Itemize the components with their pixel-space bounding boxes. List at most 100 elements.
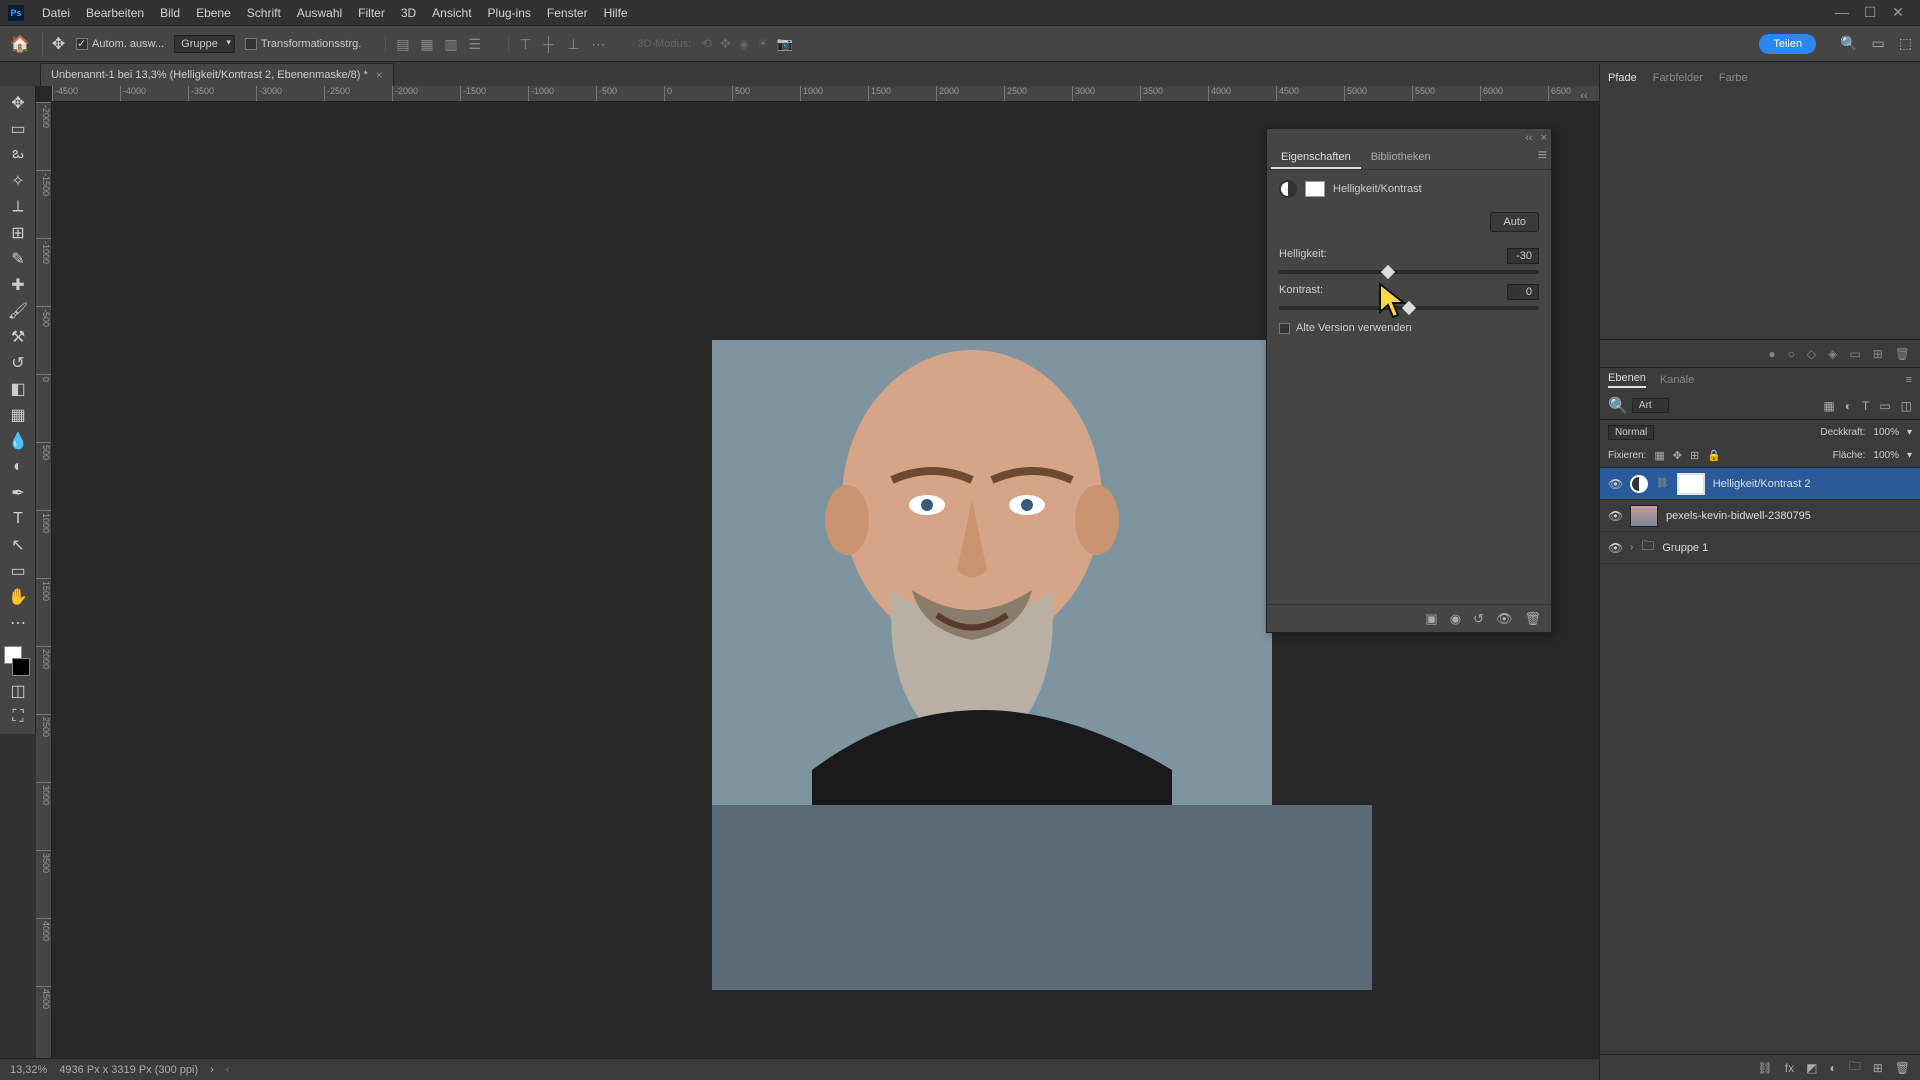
new-layer-icon[interactable]: ⊞: [1873, 1061, 1883, 1075]
layer-row[interactable]: 👁 › 🗀 Gruppe 1: [1600, 532, 1920, 564]
quickmask-tool[interactable]: ◫: [0, 678, 36, 704]
visibility-icon[interactable]: 👁: [1608, 477, 1622, 491]
tab-pfade[interactable]: Pfade: [1608, 72, 1637, 84]
align-center-icon[interactable]: ▦: [420, 36, 436, 52]
delete-icon[interactable]: 🗑: [1524, 611, 1541, 627]
toggle-visibility-icon[interactable]: 👁: [1496, 611, 1513, 627]
align-left-icon[interactable]: ▤: [396, 36, 412, 52]
layer-search[interactable]: 🔍 Art: [1608, 396, 1669, 416]
lock-artboard-icon[interactable]: ⊞: [1690, 449, 1699, 462]
more-icon[interactable]: ⋯: [591, 36, 607, 52]
filter-adj-icon[interactable]: ◐: [1845, 399, 1852, 413]
fill-value[interactable]: 100%: [1873, 450, 1899, 461]
zoom-level[interactable]: 13,32%: [10, 1064, 47, 1076]
visibility-icon[interactable]: 👁: [1608, 509, 1622, 523]
mask-thumb-icon[interactable]: [1305, 181, 1325, 197]
menu-filter[interactable]: Filter: [350, 6, 393, 20]
layer-name[interactable]: pexels-kevin-bidwell-2380795: [1666, 510, 1811, 522]
delete-layer-icon[interactable]: 🗑: [1895, 1061, 1910, 1075]
lasso-tool[interactable]: ఒ: [0, 142, 36, 168]
layer-name[interactable]: Gruppe 1: [1662, 542, 1708, 554]
filter-pixel-icon[interactable]: ▦: [1823, 399, 1834, 413]
filter-shape-icon[interactable]: ▭: [1879, 399, 1890, 413]
chevron-right-icon[interactable]: ›: [210, 1064, 214, 1076]
group-dropdown[interactable]: Gruppe: [174, 35, 235, 53]
properties-panel[interactable]: ‹‹ × Eigenschaften Bibliotheken ≡ Hellig…: [1266, 128, 1552, 633]
blend-mode-dropdown[interactable]: Normal: [1608, 425, 1654, 440]
orbit-icon[interactable]: ⟲: [701, 36, 712, 52]
marquee-tool[interactable]: ▭: [0, 116, 36, 142]
align-top-icon[interactable]: ⊤: [519, 36, 535, 52]
minimize-icon[interactable]: —: [1828, 4, 1856, 21]
plus-icon[interactable]: ⊞: [1873, 347, 1883, 361]
link-layers-icon[interactable]: ⛓: [1758, 1061, 1773, 1075]
camera-icon[interactable]: 📷: [777, 36, 793, 52]
adjustment-thumb-icon[interactable]: [1630, 475, 1648, 493]
share-button[interactable]: Teilen: [1759, 34, 1816, 54]
contrast-slider[interactable]: [1279, 306, 1539, 310]
dock-collapse-hint[interactable]: ‹‹: [1569, 86, 1599, 106]
panel-header[interactable]: ‹‹ ×: [1267, 129, 1551, 147]
workspace-icon[interactable]: ▭: [1872, 35, 1885, 52]
align-right-icon[interactable]: ▥: [444, 36, 460, 52]
search-icon[interactable]: 🔍: [1840, 35, 1857, 52]
menu-plugins[interactable]: Plug-ins: [480, 6, 539, 20]
tab-bibliotheken[interactable]: Bibliotheken: [1361, 147, 1441, 169]
document-image-ext[interactable]: [712, 805, 1372, 990]
fx-icon[interactable]: fx: [1785, 1061, 1794, 1075]
lock-all-icon[interactable]: 🔒: [1707, 449, 1721, 462]
light-icon[interactable]: ☀: [757, 36, 769, 52]
path-tool[interactable]: ↖: [0, 532, 36, 558]
tab-ebenen[interactable]: Ebenen: [1608, 372, 1646, 388]
menu-fenster[interactable]: Fenster: [539, 6, 596, 20]
crop-tool[interactable]: ⟂: [0, 194, 36, 220]
close-icon[interactable]: ✕: [1884, 4, 1912, 21]
tab-close-icon[interactable]: ×: [376, 68, 383, 82]
lock-pixels-icon[interactable]: ▦: [1654, 449, 1664, 462]
menu-3d[interactable]: 3D: [393, 6, 424, 20]
move-tool-icon[interactable]: ✥: [42, 32, 66, 56]
filter-smart-icon[interactable]: ◫: [1901, 399, 1912, 413]
screenmode-tool[interactable]: ⛶: [0, 704, 36, 730]
contrast-value[interactable]: 0: [1507, 284, 1539, 300]
mask-icon[interactable]: ◩: [1806, 1061, 1817, 1075]
selection-icon[interactable]: ◇: [1807, 347, 1816, 361]
layer-name[interactable]: Helligkeit/Kontrast 2: [1713, 478, 1811, 490]
auto-button[interactable]: Auto: [1490, 212, 1539, 232]
distribute-icon[interactable]: ☰: [468, 36, 484, 52]
menu-schrift[interactable]: Schrift: [239, 6, 289, 20]
legacy-checkbox[interactable]: Alte Version verwenden: [1279, 322, 1539, 334]
close-panel-icon[interactable]: ×: [1541, 132, 1547, 144]
menu-ebene[interactable]: Ebene: [188, 6, 239, 20]
tab-farbe[interactable]: Farbe: [1719, 72, 1748, 84]
menu-hilfe[interactable]: Hilfe: [596, 6, 636, 20]
eyedropper-tool[interactable]: ✎: [0, 246, 36, 272]
brightness-thumb[interactable]: [1381, 265, 1395, 279]
menu-bild[interactable]: Bild: [152, 6, 188, 20]
trash-icon[interactable]: 🗑: [1895, 347, 1910, 361]
collapse-icon[interactable]: ‹‹: [1525, 132, 1532, 144]
fill-path-icon[interactable]: ●: [1768, 347, 1775, 361]
document-tab[interactable]: Unbenannt-1 bei 13,3% (Helligkeit/Kontra…: [40, 63, 394, 86]
auto-select-checkbox[interactable]: Autom. ausw...: [76, 38, 164, 50]
document-info[interactable]: 4936 Px x 3319 Px (300 ppi): [59, 1064, 198, 1076]
align-bottom-icon[interactable]: ⊥: [567, 36, 583, 52]
brightness-value[interactable]: -30: [1507, 248, 1539, 264]
tab-kanaele[interactable]: Kanäle: [1660, 374, 1694, 386]
lock-position-icon[interactable]: ✥: [1673, 449, 1682, 462]
move-tool[interactable]: ✥: [0, 90, 36, 116]
healing-tool[interactable]: ✚: [0, 272, 36, 298]
tab-farbfelder[interactable]: Farbfelder: [1653, 72, 1703, 84]
ruler-vertical[interactable]: -2000 -1500 -1000 -500 0 500 1000 1500 2…: [36, 102, 52, 1058]
chevron-down-icon[interactable]: ▾: [1907, 450, 1912, 461]
image-thumb[interactable]: [1630, 505, 1658, 527]
stroke-path-icon[interactable]: ○: [1788, 347, 1795, 361]
arrange-icon[interactable]: ⬚: [1899, 35, 1912, 52]
pan-icon[interactable]: ✥: [720, 36, 731, 52]
transform-checkbox[interactable]: Transformationsstrg.: [245, 38, 361, 50]
menu-ansicht[interactable]: Ansicht: [424, 6, 479, 20]
more-tools[interactable]: ⋯: [0, 610, 36, 636]
history-tool[interactable]: ↺: [0, 350, 36, 376]
brush-tool[interactable]: 🖌: [0, 298, 36, 324]
align-middle-icon[interactable]: ┼: [543, 36, 559, 52]
